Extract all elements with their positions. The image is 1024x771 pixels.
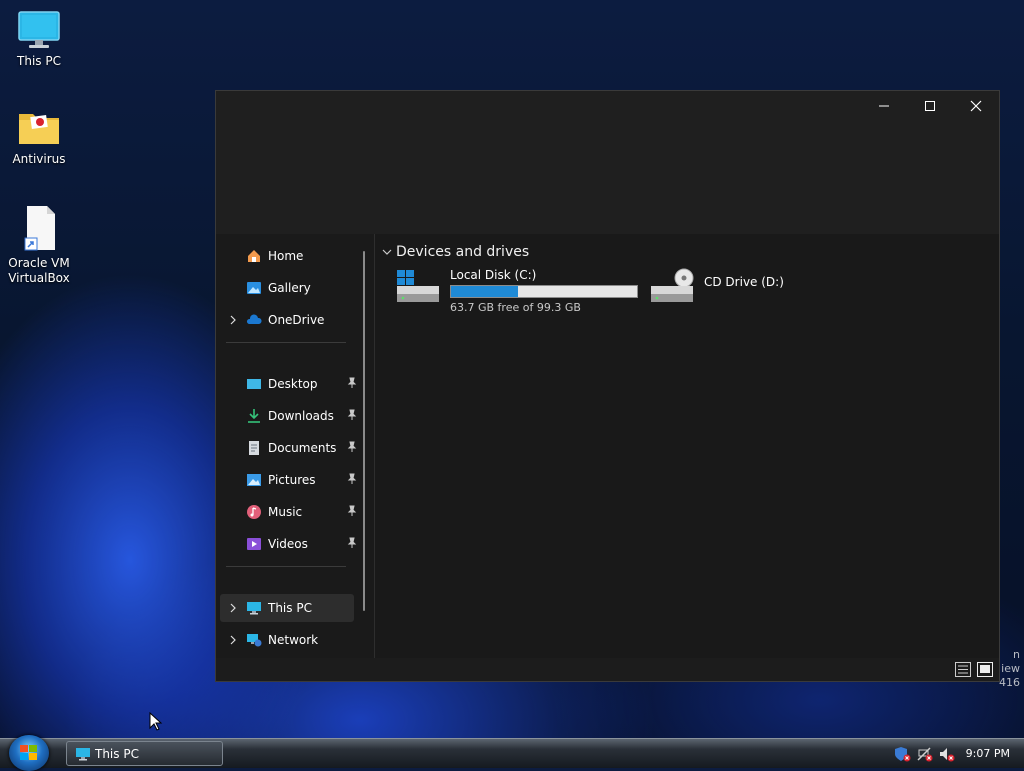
nav-item-downloads[interactable]: Downloads: [220, 402, 357, 430]
music-icon: [246, 504, 262, 520]
nav-item-label: Gallery: [268, 281, 311, 295]
taskbar-button-label: This PC: [95, 746, 139, 761]
minimize-icon: [878, 97, 890, 116]
drive-usage-fill: [451, 286, 518, 297]
drive-item-c[interactable]: Local Disk (C:) 63.7 GB free of 99.3 GB: [396, 268, 638, 314]
nav-item-music[interactable]: Music: [220, 498, 357, 526]
nav-item-label: Home: [268, 249, 304, 263]
hard-drive-windows-icon: [396, 268, 442, 308]
desktop-icon-label: Antivirus: [12, 152, 66, 166]
nav-item-label: Network: [268, 633, 319, 647]
taskbar-button-this-pc[interactable]: This PC: [66, 741, 223, 766]
nav-item-label: This PC: [268, 601, 312, 615]
close-icon: [970, 97, 982, 116]
nav-item-label: Videos: [268, 537, 308, 551]
cloud-icon: [246, 312, 262, 328]
pictures-icon: [246, 472, 262, 488]
drive-free-space: 63.7 GB free of 99.3 GB: [450, 301, 581, 314]
documents-icon: [246, 440, 262, 456]
desktop-folder-icon: [246, 376, 262, 392]
large-icons-view-icon[interactable]: [977, 662, 993, 681]
security-alert-icon[interactable]: [894, 746, 912, 762]
nav-divider: [226, 566, 346, 567]
maximize-button[interactable]: [907, 91, 953, 121]
section-title: Devices and drives: [396, 244, 530, 260]
drive-name: Local Disk (C:): [450, 268, 537, 282]
nav-item-gallery[interactable]: Gallery: [220, 274, 354, 302]
videos-icon: [246, 536, 262, 552]
section-header[interactable]: Devices and drives: [382, 244, 529, 260]
nav-item-label: Desktop: [268, 377, 318, 391]
pin-icon: [346, 473, 358, 488]
desktop-icon-label: Oracle VM VirtualBox: [8, 256, 70, 285]
details-view-icon[interactable]: [955, 662, 971, 681]
network-off-icon[interactable]: [916, 746, 934, 762]
nav-item-network[interactable]: Network: [220, 626, 354, 654]
nav-item-label: Documents: [268, 441, 337, 455]
status-bar: [216, 658, 999, 681]
file-explorer-window: Home Gallery OneDrive Desktop Downloads: [215, 90, 1000, 682]
desktop-icon-this-pc[interactable]: This PC: [1, 10, 77, 69]
monitor-icon: [75, 746, 91, 762]
navigation-pane: Home Gallery OneDrive Desktop Downloads: [216, 234, 374, 659]
home-icon: [246, 248, 262, 264]
chevron-right-icon[interactable]: [220, 315, 246, 325]
nav-item-pictures[interactable]: Pictures: [220, 466, 357, 494]
close-button[interactable]: [953, 91, 999, 121]
maximize-icon: [924, 97, 936, 116]
pin-icon: [346, 441, 358, 456]
volume-muted-icon[interactable]: [938, 746, 956, 762]
pin-icon: [346, 537, 358, 552]
watermark-text: n iew 416: [999, 648, 1020, 689]
drive-name: CD Drive (D:): [704, 275, 784, 289]
cd-drive-icon: [650, 268, 696, 308]
folder-icon: [17, 108, 61, 148]
monitor-icon: [17, 10, 61, 50]
content-pane: Devices and drives Local Disk (C:) 63.7 …: [375, 234, 999, 659]
nav-scrollbar[interactable]: [363, 251, 365, 611]
taskbar: This PC 9:07 PM: [0, 735, 1024, 771]
nav-item-this-pc[interactable]: This PC: [220, 594, 354, 622]
desktop-icon-label: This PC: [17, 54, 61, 68]
mouse-cursor: [149, 711, 163, 736]
download-icon: [246, 408, 262, 424]
nav-divider: [226, 342, 346, 343]
nav-item-label: Downloads: [268, 409, 334, 423]
minimize-button[interactable]: [861, 91, 907, 121]
nav-item-documents[interactable]: Documents: [220, 434, 357, 462]
title-bar[interactable]: [216, 91, 999, 234]
drive-usage-bar: [450, 285, 638, 298]
chevron-right-icon[interactable]: [220, 603, 246, 613]
system-tray: 9:07 PM: [894, 739, 1024, 768]
nav-item-onedrive[interactable]: OneDrive: [220, 306, 354, 334]
start-orb-icon: [20, 745, 38, 765]
nav-item-desktop[interactable]: Desktop: [220, 370, 357, 398]
gallery-icon: [246, 280, 262, 296]
desktop-icon-antivirus[interactable]: Antivirus: [1, 108, 77, 167]
desktop-icon-virtualbox[interactable]: Oracle VM VirtualBox: [1, 204, 77, 286]
pin-icon: [346, 505, 358, 520]
clock[interactable]: 9:07 PM: [966, 747, 1010, 760]
monitor-icon: [246, 600, 262, 616]
nav-item-label: Music: [268, 505, 303, 519]
network-icon: [246, 632, 262, 648]
pin-icon: [346, 377, 358, 392]
chevron-right-icon[interactable]: [220, 635, 246, 645]
start-button[interactable]: [9, 735, 49, 771]
drive-item-d[interactable]: CD Drive (D:): [650, 268, 784, 308]
nav-item-label: OneDrive: [268, 313, 325, 327]
nav-item-videos[interactable]: Videos: [220, 530, 357, 558]
nav-item-home[interactable]: Home: [220, 242, 354, 270]
nav-item-label: Pictures: [268, 473, 316, 487]
shortcut-file-icon: [17, 204, 61, 252]
chevron-down-icon: [382, 244, 392, 260]
pin-icon: [346, 409, 358, 424]
